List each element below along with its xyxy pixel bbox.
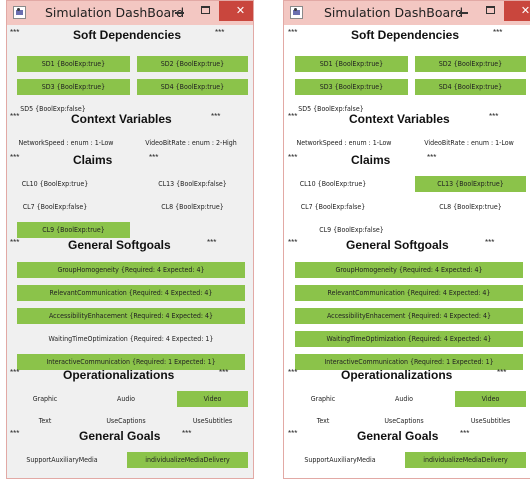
softgoal-item[interactable]: AccessibilityEnhacement {Required: 4 Exp… [17,308,245,324]
context-variable-item: VideoBitRate : enum : 1-Low [424,139,514,147]
operationalization-item[interactable]: UseCaptions [374,413,434,429]
section-stars-right: *** [497,368,507,377]
section-title-general-softgoals: General Softgoals [346,238,449,252]
section-stars-right: *** [489,112,499,121]
soft-dependency-item[interactable]: SD3 {BoolExp:true} [17,79,130,95]
operationalization-item[interactable]: UseSubtitles [455,413,526,429]
section-title-soft-dependencies: Soft Dependencies [351,28,460,42]
softgoal-item[interactable]: WaitingTimeOptimization {Required: 4 Exp… [295,331,523,347]
soft-dependency-item[interactable]: SD3 {BoolExp:true} [295,79,408,95]
section-stars-left: *** [10,429,20,438]
softgoal-item[interactable]: GroupHomogeneity {Required: 4 Expected: … [17,262,245,278]
section-title-operationalizations: Operationalizations [63,368,175,382]
operationalization-item[interactable]: Text [295,413,351,429]
close-button[interactable]: ✕ [219,1,253,21]
operationalization-item[interactable]: UseCaptions [96,413,156,429]
section-stars-right: *** [182,429,192,438]
app-window: Simulation DashBoard ✕ *** Soft Dependencie… [6,0,254,479]
window-title: Simulation DashBoard [324,5,464,20]
softgoal-item[interactable]: RelevantCommunication {Required: 4 Expec… [295,285,523,301]
operationalization-item[interactable]: Graphic [295,391,351,407]
section-stars-left: *** [10,368,20,377]
operationalization-item[interactable]: Video [455,391,526,407]
section-stars-left: *** [10,28,20,37]
general-goal-item[interactable]: SupportAuxiliaryMedia [291,452,389,468]
general-goal-item[interactable]: individualizeMediaDelivery [405,452,526,468]
window-title: Simulation DashBoard [45,5,185,20]
app-window: Simulation DashBoard ✕ *** Soft Dependencie… [283,0,530,479]
section-stars-right: *** [207,238,217,247]
section-stars-left: *** [10,112,20,121]
general-goal-item[interactable]: individualizeMediaDelivery [127,452,248,468]
dashboard-content: *** Soft Dependencies *** SD1 {BoolExp:true… [284,25,530,478]
soft-dependency-item[interactable]: SD1 {BoolExp:true} [295,56,408,72]
operationalization-item[interactable]: Graphic [17,391,73,407]
maximize-button[interactable] [193,1,219,21]
section-stars-right: *** [215,28,225,37]
section-stars-left: *** [10,153,20,162]
general-goal-item[interactable]: SupportAuxiliaryMedia [13,452,111,468]
section-stars-right: *** [211,112,221,121]
claim-item[interactable]: CL7 {BoolExp:false} [17,199,93,215]
operationalization-item[interactable]: Audio [96,391,156,407]
soft-dependency-item[interactable]: SD2 {BoolExp:true} [415,56,526,72]
app-icon [13,6,26,19]
section-stars-left: *** [288,368,298,377]
softgoal-item[interactable]: RelevantCommunication {Required: 4 Expec… [17,285,245,301]
section-stars-right: *** [427,153,437,162]
close-button[interactable]: ✕ [504,1,530,21]
claim-item[interactable]: CL9 {BoolExp:false} [295,222,408,238]
claim-item[interactable]: CL10 {BoolExp:true} [17,176,93,192]
section-stars-left: *** [288,429,298,438]
minimize-button[interactable] [166,1,193,21]
section-stars-left: *** [10,238,20,247]
section-title-context-variables: Context Variables [349,112,450,126]
context-variable-item: VideoBitRate : enum : 2-High [145,139,237,147]
section-title-soft-dependencies: Soft Dependencies [73,28,182,42]
section-stars-right: *** [219,368,229,377]
section-title-claims: Claims [351,153,391,167]
section-title-claims: Claims [73,153,113,167]
section-title-general-goals: General Goals [357,429,439,443]
section-title-context-variables: Context Variables [71,112,172,126]
soft-dependency-item[interactable]: SD4 {BoolExp:true} [415,79,526,95]
title-bar: Simulation DashBoard ✕ [284,1,530,25]
section-stars-right: *** [149,153,159,162]
section-stars-left: *** [288,238,298,247]
softgoal-item[interactable]: WaitingTimeOptimization {Required: 4 Exp… [17,331,245,347]
minimize-button[interactable] [450,1,477,21]
section-stars-right: *** [460,429,470,438]
dashboard-content: *** Soft Dependencies *** SD1 {BoolExp:true… [7,25,253,478]
section-stars-left: *** [288,112,298,121]
claim-item[interactable]: CL13 {BoolExp:true} [415,176,526,192]
title-bar: Simulation DashBoard ✕ [7,1,253,25]
soft-dependency-item[interactable]: SD2 {BoolExp:true} [137,56,248,72]
section-title-operationalizations: Operationalizations [341,368,453,382]
section-title-general-goals: General Goals [79,429,161,443]
section-stars-right: *** [485,238,495,247]
section-title-general-softgoals: General Softgoals [68,238,171,252]
section-stars-right: *** [493,28,503,37]
app-icon [290,6,303,19]
soft-dependency-item[interactable]: SD1 {BoolExp:true} [17,56,130,72]
softgoal-item[interactable]: GroupHomogeneity {Required: 4 Expected: … [295,262,523,278]
context-variable-item: NetworkSpeed : enum : 1-Low [296,139,392,147]
softgoal-item[interactable]: AccessibilityEnhacement {Required: 4 Exp… [295,308,523,324]
section-stars-left: *** [288,153,298,162]
claim-item[interactable]: CL8 {BoolExp:true} [137,199,248,215]
operationalization-item[interactable]: Audio [374,391,434,407]
maximize-button[interactable] [478,1,504,21]
operationalization-item[interactable]: UseSubtitles [177,413,248,429]
operationalization-item[interactable]: Video [177,391,248,407]
operationalization-item[interactable]: Text [17,413,73,429]
soft-dependency-item[interactable]: SD4 {BoolExp:true} [137,79,248,95]
claim-item[interactable]: CL9 {BoolExp:true} [17,222,130,238]
section-stars-left: *** [288,28,298,37]
claim-item[interactable]: CL7 {BoolExp:false} [295,199,371,215]
claim-item[interactable]: CL8 {BoolExp:true} [415,199,526,215]
context-variable-item: NetworkSpeed : enum : 1-Low [18,139,114,147]
claim-item[interactable]: CL13 {BoolExp:false} [137,176,248,192]
claim-item[interactable]: CL10 {BoolExp:true} [295,176,371,192]
